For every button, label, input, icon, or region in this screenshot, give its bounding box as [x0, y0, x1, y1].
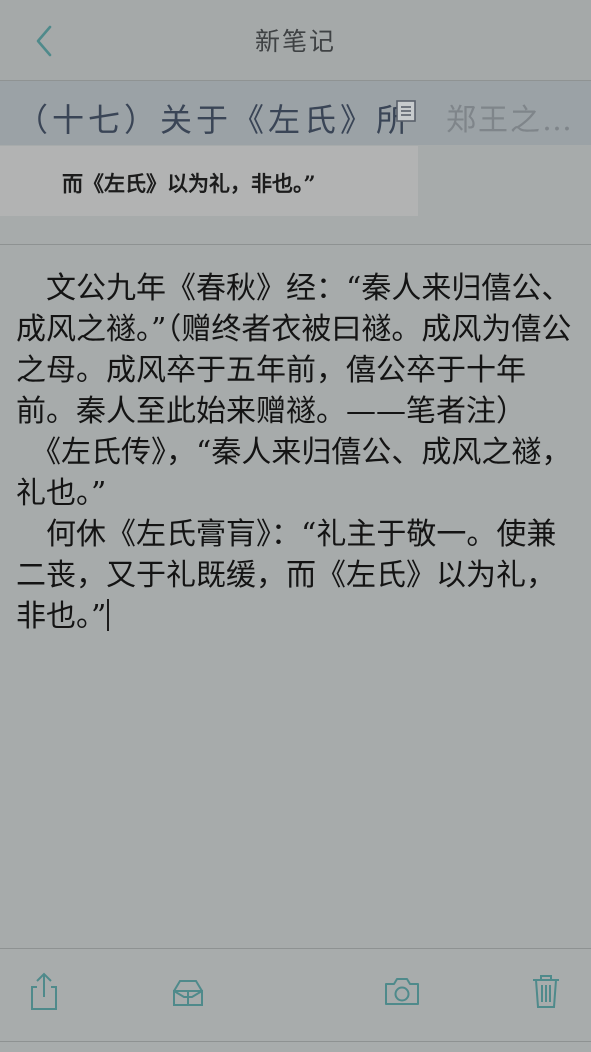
share-button[interactable] [22, 969, 66, 1013]
trash-icon [533, 975, 559, 1008]
paragraph: 《左氏传》，“秦人来归僖公、成风之禭，礼也。” [16, 435, 572, 511]
note-icon [396, 100, 416, 122]
box-icon [173, 980, 203, 1006]
text-cursor [107, 599, 110, 631]
home-indicator-area [0, 1041, 591, 1052]
divider [0, 244, 591, 245]
chapter-title[interactable]: （十七）关于《左氏》所记 [16, 95, 406, 141]
quote-preview[interactable]: 而《左氏》以为礼，非也。” [0, 146, 418, 216]
camera-icon [385, 978, 419, 1005]
next-chapter-title[interactable]: 郑王之… [446, 95, 576, 139]
note-button[interactable] [393, 98, 419, 124]
archive-button[interactable] [166, 969, 210, 1013]
bottom-toolbar [0, 948, 591, 1042]
camera-button[interactable] [380, 969, 424, 1013]
paragraph: 何休《左氏膏肓》：“礼主于敬一。使兼二丧，又于礼既缓，而《左氏》以为礼，非也。” [16, 514, 574, 637]
chapter-bar: （十七）关于《左氏》所记 郑王之… [0, 81, 591, 145]
navigation-bar: 新笔记 [0, 0, 591, 81]
paragraph-text: 何休《左氏膏肓》：“礼主于敬一。使兼二丧，又于礼既缓，而《左氏》以为礼，非也。” [16, 517, 557, 634]
note-editor[interactable]: 文公九年《春秋》经：“秦人来归僖公、成风之禭。”（赠终者衣被曰禭。成风为僖公之母… [16, 268, 574, 637]
paragraph: 文公九年《春秋》经：“秦人来归僖公、成风之禭。”（赠终者衣被曰禭。成风为僖公之母… [16, 271, 572, 429]
quote-text: 而《左氏》以为礼，非也。” [62, 171, 316, 196]
share-icon [31, 972, 57, 1010]
delete-button[interactable] [524, 969, 568, 1013]
page-title: 新笔记 [254, 27, 336, 56]
